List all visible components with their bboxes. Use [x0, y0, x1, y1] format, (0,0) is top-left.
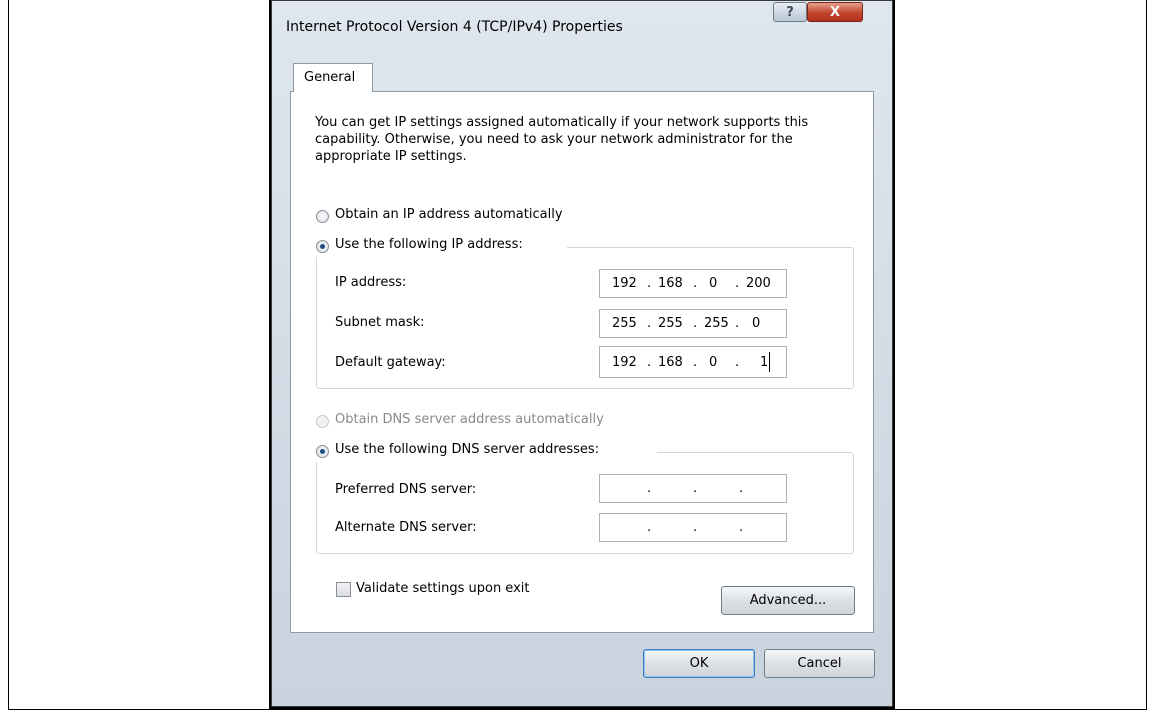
window-title: Internet Protocol Version 4 (TCP/IPv4) P…: [286, 19, 623, 35]
tab-general-label: General: [304, 70, 356, 85]
close-button[interactable]: X: [807, 2, 863, 22]
tab-general[interactable]: General: [293, 63, 373, 92]
gateway-octet-2: 168: [658, 355, 683, 370]
use-ip-radio[interactable]: [316, 240, 329, 253]
advanced-button-label: Advanced...: [749, 593, 827, 608]
ip-octet-4: 200: [746, 276, 771, 291]
use-dns-label[interactable]: Use the following DNS server addresses:: [335, 442, 599, 457]
ip-address-label: IP address:: [335, 275, 407, 290]
obtain-dns-radio[interactable]: [316, 415, 329, 428]
ip-octet-2: 168: [658, 276, 683, 291]
default-gateway-label: Default gateway:: [335, 355, 446, 370]
obtain-ip-radio[interactable]: [316, 210, 329, 223]
use-dns-radio[interactable]: [316, 445, 329, 458]
ok-button-label: OK: [689, 656, 709, 671]
ip-address-field[interactable]: 192 . 168 . 0 . 200: [599, 269, 787, 298]
general-panel: You can get IP settings assigned automat…: [290, 91, 874, 633]
obtain-dns-label[interactable]: Obtain DNS server address automatically: [335, 412, 604, 427]
use-ip-label[interactable]: Use the following IP address:: [335, 237, 523, 252]
subnet-octet-1: 255: [612, 316, 637, 331]
validate-label[interactable]: Validate settings upon exit: [356, 581, 529, 596]
gateway-octet-1: 192: [612, 355, 637, 370]
subnet-mask-field[interactable]: 255 . 255 . 255 . 0: [599, 309, 787, 338]
text-cursor: [769, 352, 770, 372]
subnet-octet-3: 255: [704, 316, 729, 331]
cancel-button-label: Cancel: [797, 656, 842, 671]
alternate-dns-label: Alternate DNS server:: [335, 520, 477, 535]
subnet-octet-4: 0: [752, 316, 761, 331]
cancel-button[interactable]: Cancel: [764, 649, 875, 678]
subnet-octet-2: 255: [658, 316, 683, 331]
gateway-octet-4: 1: [760, 355, 769, 370]
ip-octet-1: 192: [612, 276, 637, 291]
preferred-dns-label: Preferred DNS server:: [335, 482, 477, 497]
alternate-dns-field[interactable]: . . .: [599, 513, 787, 542]
gateway-octet-3: 0: [709, 355, 718, 370]
subnet-mask-label: Subnet mask:: [335, 315, 425, 330]
help-icon: ?: [786, 5, 794, 20]
default-gateway-field[interactable]: 192 . 168 . 0 . 1: [599, 346, 787, 378]
title-bar[interactable]: Internet Protocol Version 4 (TCP/IPv4) P…: [272, 1, 892, 51]
ip-octet-3: 0: [709, 276, 718, 291]
advanced-button[interactable]: Advanced...: [721, 586, 855, 615]
obtain-ip-label[interactable]: Obtain an IP address automatically: [335, 207, 563, 222]
validate-checkbox[interactable]: [336, 582, 351, 597]
ok-button[interactable]: OK: [643, 649, 755, 678]
ipv4-properties-dialog: Internet Protocol Version 4 (TCP/IPv4) P…: [271, 0, 893, 707]
intro-text: You can get IP settings assigned automat…: [315, 115, 809, 164]
preferred-dns-field[interactable]: . . .: [599, 474, 787, 503]
help-button[interactable]: ?: [773, 2, 807, 22]
close-icon: X: [829, 5, 841, 20]
